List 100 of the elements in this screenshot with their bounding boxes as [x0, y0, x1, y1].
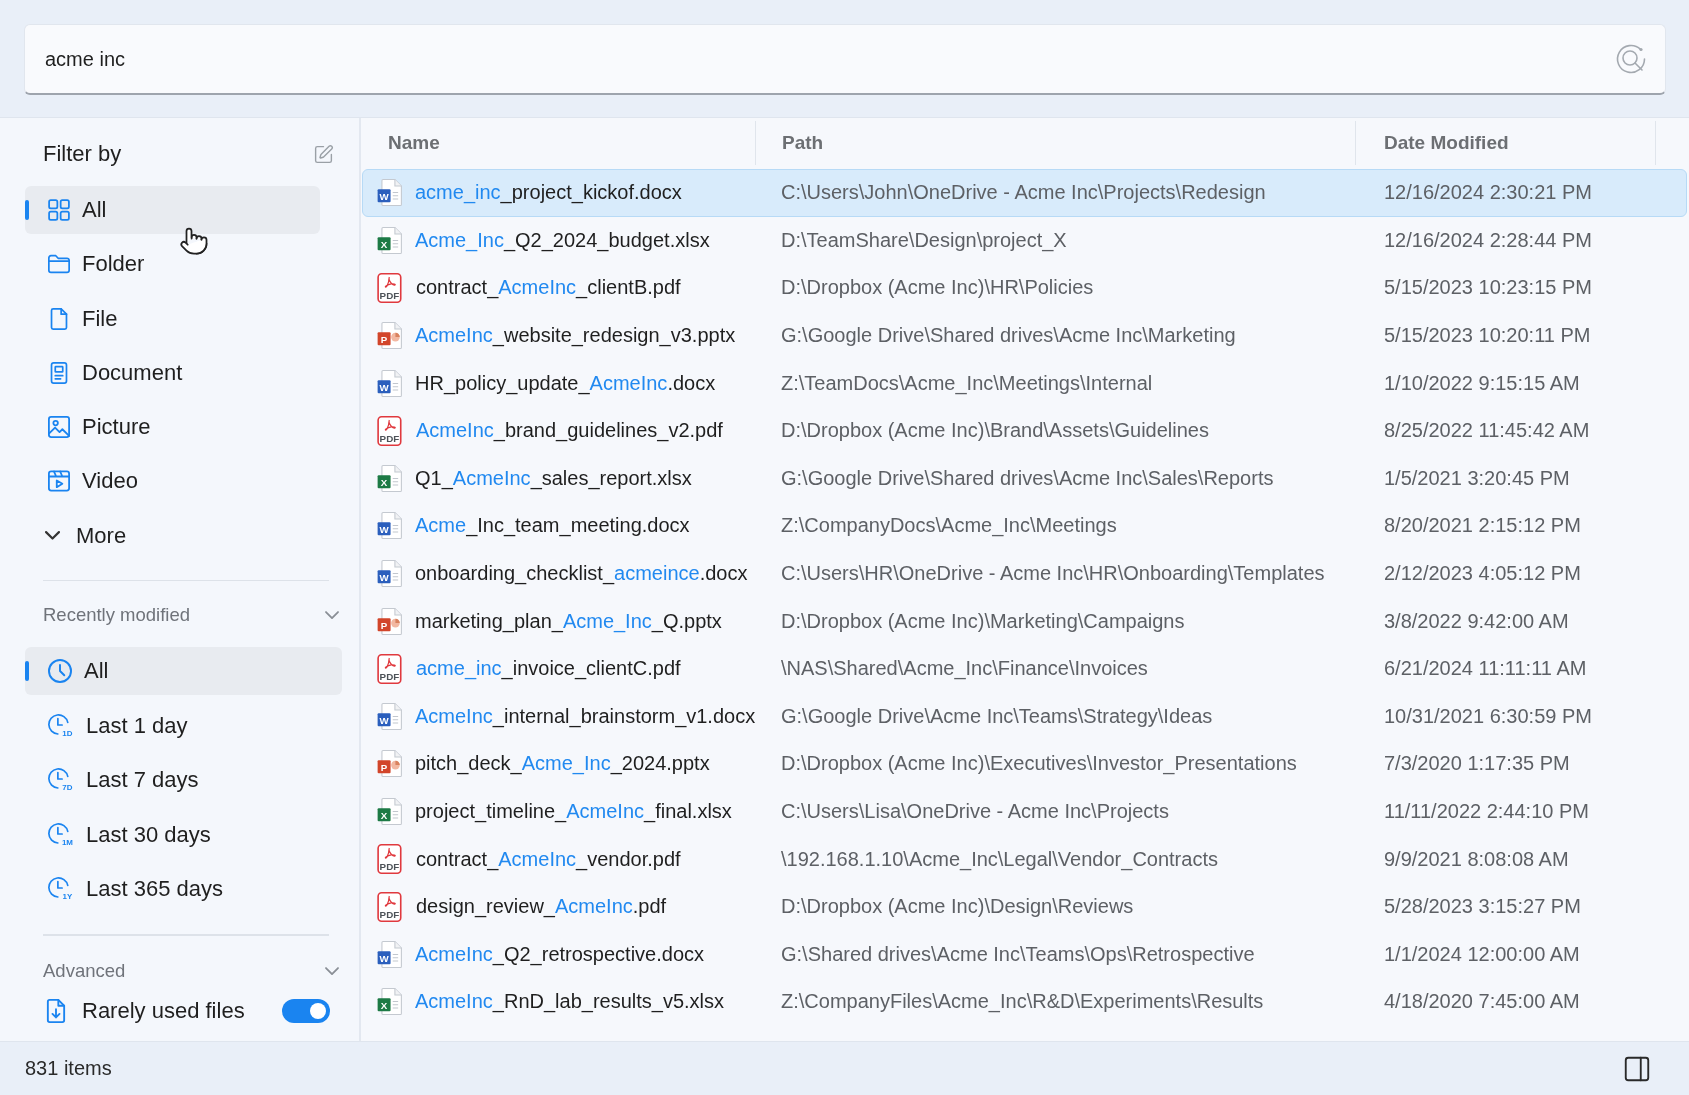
- filter-item[interactable]: Document: [25, 348, 320, 397]
- file-name: Acme_Inc_team_meeting.docx: [415, 514, 690, 538]
- file-path: G:\Google Drive\Acme Inc\Teams\Strategy\Ideas: [781, 704, 1213, 728]
- file-row[interactable]: X project_timeline_AcmeInc_final.xlsx C:\Users\Lisa\OneDrive - Acme Inc\Projects 11/11/2022 2:44:10 PM: [362, 787, 1687, 836]
- search-field[interactable]: acme inc: [24, 24, 1666, 95]
- file-name: acme_inc_invoice_clientC.pdf: [416, 657, 681, 681]
- file-path: D:\Dropbox (Acme Inc)\Executives\Investor_Presentations: [781, 752, 1297, 776]
- filter-item[interactable]: Folder: [25, 240, 320, 289]
- date-modified: 12/16/2024 2:28:44 PM: [1384, 228, 1592, 252]
- file-name: AcmeInc_internal_brainstorm_v1.docx: [415, 704, 756, 728]
- file-row[interactable]: PDF acme_inc_invoice_clientC.pdf \NAS\Shared\Acme_Inc\Finance\Invoices 6/21/2024 11:11:11 AM: [362, 644, 1687, 693]
- file-path: C:\Users\John\OneDrive - Acme Inc\Projects\Redesign: [781, 181, 1266, 205]
- file-path: D:\TeamShare\Design\project_X: [781, 228, 1067, 252]
- file-row[interactable]: X Acme_Inc_Q2_2024_budget.xlsx D:\TeamShare\Design\project_X 12/16/2024 2:28:44 PM: [362, 216, 1687, 265]
- pdf-file-icon: PDF: [377, 415, 403, 446]
- edit-icon[interactable]: [313, 143, 334, 165]
- file-path: C:\Users\Lisa\OneDrive - Acme Inc\Projects: [781, 800, 1169, 823]
- file-name: acme_inc_project_kickof.docx: [415, 181, 682, 205]
- date-modified: 4/18/2020 7:45:00 AM: [1384, 990, 1580, 1014]
- date-modified: 11/11/2022 2:44:10 PM: [1384, 800, 1589, 823]
- toggle-switch[interactable]: [282, 998, 330, 1023]
- section-title: Advanced: [43, 959, 126, 982]
- file-path: Z:\CompanyDocs\Acme_Inc\Meetings: [781, 514, 1117, 538]
- pdf-file-icon: PDF: [377, 273, 403, 303]
- file-row[interactable]: PDF contract_AcmeInc_clientB.pdf D:\Dropbox (Acme Inc)\HR\Policies 5/15/2023 10:23:15 PM: [362, 264, 1687, 312]
- file-path: C:\Users\HR\OneDrive - Acme Inc\HR\Onboarding\Templates: [781, 562, 1325, 586]
- file-name: design_review_AcmeInc.pdf: [416, 895, 667, 919]
- date-modified: 5/15/2023 10:20:11 PM: [1384, 324, 1591, 348]
- picture-icon: [48, 416, 70, 439]
- file-path: Z:\TeamDocs\Acme_Inc\Meetings\Internal: [781, 371, 1153, 395]
- column-header[interactable]: Name: [388, 132, 440, 154]
- more-button[interactable]: More: [25, 511, 320, 560]
- section-title: Recently modified: [43, 604, 191, 627]
- pdf-file-icon: PDF: [377, 844, 403, 875]
- sidebar-title: Filter by: [43, 141, 122, 167]
- pdf-file-icon: PDF: [377, 653, 403, 684]
- date-modified: 7/3/2020 1:17:35 PM: [1384, 752, 1570, 776]
- document-icon: [48, 361, 70, 384]
- grid-icon: [48, 199, 70, 221]
- file-row[interactable]: P pitch_deck_Acme_Inc_2024.pptx D:\Dropbox (Acme Inc)\Executives\Investor_Presentations 7/3/2020 1:17:35 PM: [362, 740, 1687, 788]
- item-count: 831 items: [25, 1057, 112, 1080]
- file-name: pitch_deck_Acme_Inc_2024.pptx: [415, 752, 710, 776]
- filter-item[interactable]: Video: [25, 457, 320, 506]
- file-row[interactable]: W AcmeInc_internal_brainstorm_v1.docx G:\Google Drive\Acme Inc\Teams\Strategy\Ideas 10/31/2021 6:30:59 PM: [362, 692, 1687, 741]
- file-path: \192.168.1.10\Acme_Inc\Legal\Vendor_Contracts: [781, 847, 1218, 871]
- chevron-down-icon[interactable]: [325, 966, 339, 975]
- date-modified: 6/21/2024 11:11:11 AM: [1384, 657, 1587, 681]
- date-modified: 1/1/2024 12:00:00 AM: [1384, 942, 1580, 966]
- date-modified: 10/31/2021 6:30:59 PM: [1384, 704, 1592, 728]
- file-name: Acme_Inc_Q2_2024_budget.xlsx: [415, 228, 710, 252]
- file-name: AcmeInc_Q2_retrospective.docx: [415, 942, 705, 966]
- pdf-file-icon: PDF: [377, 891, 403, 922]
- file-row[interactable]: W Acme_Inc_team_meeting.docx Z:\CompanyDocs\Acme_Inc\Meetings 8/20/2021 2:15:12 PM: [362, 502, 1687, 550]
- file-row[interactable]: P AcmeInc_website_redesign_v3.pptx G:\Google Drive\Shared drives\Acme Inc\Marketing 5/15/2023 10:20:11 PM: [362, 311, 1687, 360]
- file-download-icon: [45, 998, 67, 1023]
- file-name: AcmeInc_website_redesign_v3.pptx: [415, 324, 736, 348]
- file-row[interactable]: X AcmeInc_RnD_lab_results_v5.xlsx Z:\CompanyFiles\Acme_Inc\R&D\Experiments\Results 4/18/2020 7:45:00 AM: [362, 978, 1687, 1026]
- file-name: contract_AcmeInc_vendor.pdf: [416, 847, 681, 871]
- filter-item[interactable]: File: [25, 294, 320, 343]
- file-row[interactable]: PDF AcmeInc_brand_guidelines_v2.pdf D:\Dropbox (Acme Inc)\Brand\Assets\Guidelines 8/25/2022 11:45:42 AM: [362, 406, 1687, 455]
- date-filter-item[interactable]: All: [25, 647, 342, 696]
- file-path: D:\Dropbox (Acme Inc)\Marketing\Campaigns: [781, 609, 1185, 633]
- file-name: Q1_AcmeInc_sales_report.xlsx: [415, 466, 692, 490]
- file-path: G:\Shared drives\Acme Inc\Teams\Ops\Retrospective: [781, 942, 1255, 966]
- date-modified: 1/10/2022 9:15:15 AM: [1384, 371, 1580, 395]
- file-name: project_timeline_AcmeInc_final.xlsx: [415, 800, 732, 823]
- search-icon[interactable]: [1614, 42, 1648, 76]
- date-modified: 1/5/2021 3:20:45 PM: [1384, 466, 1570, 490]
- file-row[interactable]: X Q1_AcmeInc_sales_report.xlsx G:\Google Drive\Shared drives\Acme Inc\Sales\Reports 1/5/2021 3:20:45 PM: [362, 454, 1687, 503]
- file-name: AcmeInc_RnD_lab_results_v5.xlsx: [415, 990, 725, 1014]
- file-row[interactable]: PDF design_review_AcmeInc.pdf D:\Dropbox (Acme Inc)\Design\Reviews 5/28/2023 3:15:27 PM: [362, 882, 1687, 931]
- file-row[interactable]: W onboarding_checklist_acmeince.docx C:\Users\HR\OneDrive - Acme Inc\HR\Onboarding\Templates 2/12/2023 4:05:12 PM: [362, 549, 1687, 598]
- file-row[interactable]: PDF contract_AcmeInc_vendor.pdf \192.168.1.10\Acme_Inc\Legal\Vendor_Contracts 9/9/2021 8:08:08 AM: [362, 835, 1687, 883]
- file-row[interactable]: P marketing_plan_Acme_Inc_Q.pptx D:\Dropbox (Acme Inc)\Marketing\Campaigns 3/8/2022 9:42:00 AM: [362, 597, 1687, 645]
- date-modified: 3/8/2022 9:42:00 AM: [1384, 609, 1569, 633]
- file-row[interactable]: W acme_inc_project_kickof.docx C:\Users\John\OneDrive - Acme Inc\Projects\Redesign 12/16/2024 2:30:21 PM: [362, 169, 1687, 217]
- file-icon: [48, 307, 70, 330]
- file-path: G:\Google Drive\Shared drives\Acme Inc\Sales\Reports: [781, 466, 1274, 490]
- column-header[interactable]: Path: [782, 132, 824, 154]
- column-header[interactable]: Date Modified: [1384, 132, 1509, 154]
- date-modified: 8/25/2022 11:45:42 AM: [1384, 419, 1590, 443]
- date-modified: 5/28/2023 3:15:27 PM: [1384, 895, 1581, 919]
- hand-cursor-icon: [179, 226, 209, 256]
- date-modified: 2/12/2023 4:05:12 PM: [1384, 562, 1581, 586]
- filter-item[interactable]: Picture: [25, 403, 320, 452]
- toggle-label: Rarely used files: [82, 997, 246, 1024]
- file-path: D:\Dropbox (Acme Inc)\Brand\Assets\Guidelines: [781, 419, 1209, 443]
- file-row[interactable]: W AcmeInc_Q2_retrospective.docx G:\Shared drives\Acme Inc\Teams\Ops\Retrospective 1/1/2024 12:00:00 AM: [362, 930, 1687, 979]
- file-name: HR_policy_update_AcmeInc.docx: [415, 371, 716, 395]
- file-row[interactable]: W HR_policy_update_AcmeInc.docx Z:\TeamDocs\Acme_Inc\Meetings\Internal 1/10/2022 9:15:15 AM: [362, 359, 1687, 407]
- file-path: D:\Dropbox (Acme Inc)\HR\Policies: [781, 276, 1094, 300]
- file-path: D:\Dropbox (Acme Inc)\Design\Reviews: [781, 895, 1134, 919]
- date-modified: 8/20/2021 2:15:12 PM: [1384, 514, 1581, 538]
- file-name: contract_AcmeInc_clientB.pdf: [416, 276, 681, 300]
- filter-item[interactable]: All: [25, 186, 320, 234]
- file-path: \NAS\Shared\Acme_Inc\Finance\Invoices: [781, 657, 1148, 681]
- folder-icon: [48, 253, 70, 276]
- chevron-down-icon[interactable]: [325, 611, 339, 620]
- file-name: marketing_plan_Acme_Inc_Q.pptx: [415, 609, 722, 633]
- chevron-down-icon: [45, 531, 60, 541]
